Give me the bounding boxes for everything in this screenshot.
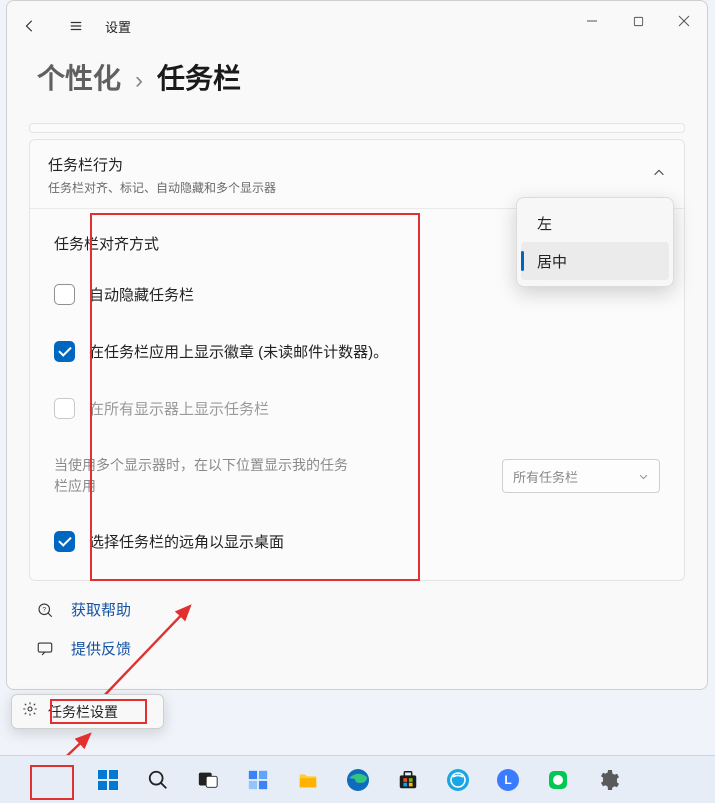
collapsed-panel-placeholder[interactable] (29, 123, 685, 133)
svg-text:L: L (504, 773, 511, 787)
file-explorer-button[interactable] (294, 766, 322, 794)
content-area: 任务栏行为 任务栏对齐、标记、自动隐藏和多个显示器 任务栏对齐方式 自动隐藏任务… (7, 123, 707, 581)
close-button[interactable] (661, 1, 707, 41)
app-icon-3[interactable] (544, 766, 572, 794)
chevron-down-icon (638, 471, 649, 482)
annotation-red-box-taskbar (30, 765, 74, 800)
multi-monitor-dropdown: 所有任务栏 (502, 459, 660, 493)
app-icon-2[interactable]: L (494, 766, 522, 794)
all-monitors-checkbox (54, 398, 75, 419)
minimize-button[interactable] (569, 1, 615, 41)
autohide-label: 自动隐藏任务栏 (89, 284, 194, 305)
badges-row[interactable]: 在任务栏应用上显示徽章 (未读邮件计数器)。 (54, 341, 660, 362)
far-corner-checkbox[interactable] (54, 531, 75, 552)
app-icon-1[interactable] (444, 766, 472, 794)
all-monitors-row: 在所有显示器上显示任务栏 (54, 398, 660, 419)
annotation-red-box-main (90, 213, 420, 581)
title-bar: 设置 (7, 1, 707, 51)
start-button[interactable] (94, 766, 122, 794)
autohide-row[interactable]: 自动隐藏任务栏 (54, 284, 660, 305)
multi-monitor-label: 当使用多个显示器时，在以下位置显示我的任务栏应用 (54, 455, 354, 497)
alignment-option-center[interactable]: 居中 (521, 242, 669, 280)
feedback-icon (35, 640, 55, 658)
window-title: 设置 (105, 17, 131, 36)
edge-button[interactable] (344, 766, 372, 794)
breadcrumb: 个性化 › 任务栏 (7, 51, 707, 123)
hamburger-menu-button[interactable] (53, 6, 99, 46)
search-button[interactable] (144, 766, 172, 794)
multi-monitor-dropdown-value: 所有任务栏 (513, 467, 578, 486)
back-button[interactable] (7, 6, 53, 46)
panel-title: 任务栏行为 (48, 154, 276, 175)
maximize-button[interactable] (615, 1, 661, 41)
breadcrumb-current: 任务栏 (157, 57, 241, 97)
task-view-button[interactable] (194, 766, 222, 794)
panel-subtitle: 任务栏对齐、标记、自动隐藏和多个显示器 (48, 179, 276, 196)
annotation-red-box-context (50, 699, 147, 724)
autohide-checkbox[interactable] (54, 284, 75, 305)
far-corner-row[interactable]: 选择任务栏的远角以显示桌面 (54, 531, 660, 552)
multi-monitor-row: 当使用多个显示器时，在以下位置显示我的任务栏应用 所有任务栏 (54, 455, 660, 497)
badges-label: 在任务栏应用上显示徽章 (未读邮件计数器)。 (89, 341, 388, 362)
settings-app-button[interactable] (594, 766, 622, 794)
gear-icon (22, 701, 38, 722)
alignment-option-left[interactable]: 左 (521, 204, 669, 242)
alignment-dropdown-popup: 左 居中 (516, 197, 674, 287)
panel-body: 任务栏对齐方式 自动隐藏任务栏 在任务栏应用上显示徽章 (未读邮件计数器)。 在… (30, 209, 684, 580)
widgets-button[interactable] (244, 766, 272, 794)
far-corner-label: 选择任务栏的远角以显示桌面 (89, 531, 284, 552)
windows-taskbar[interactable]: L (0, 755, 715, 803)
alignment-label: 任务栏对齐方式 (54, 233, 159, 254)
breadcrumb-parent[interactable]: 个性化 (37, 57, 121, 97)
badges-checkbox[interactable] (54, 341, 75, 362)
svg-text:?: ? (42, 606, 46, 613)
settings-window: 设置 个性化 › 任务栏 任务栏行为 任务栏对齐、标记、自动隐藏和多个显示器 (6, 0, 708, 690)
store-button[interactable] (394, 766, 422, 794)
chevron-up-icon (652, 166, 666, 185)
all-monitors-label: 在所有显示器上显示任务栏 (89, 398, 269, 419)
help-icon: ? (35, 601, 55, 619)
breadcrumb-separator: › (135, 67, 143, 95)
taskbar-behaviors-panel: 任务栏行为 任务栏对齐、标记、自动隐藏和多个显示器 任务栏对齐方式 自动隐藏任务… (29, 139, 685, 581)
